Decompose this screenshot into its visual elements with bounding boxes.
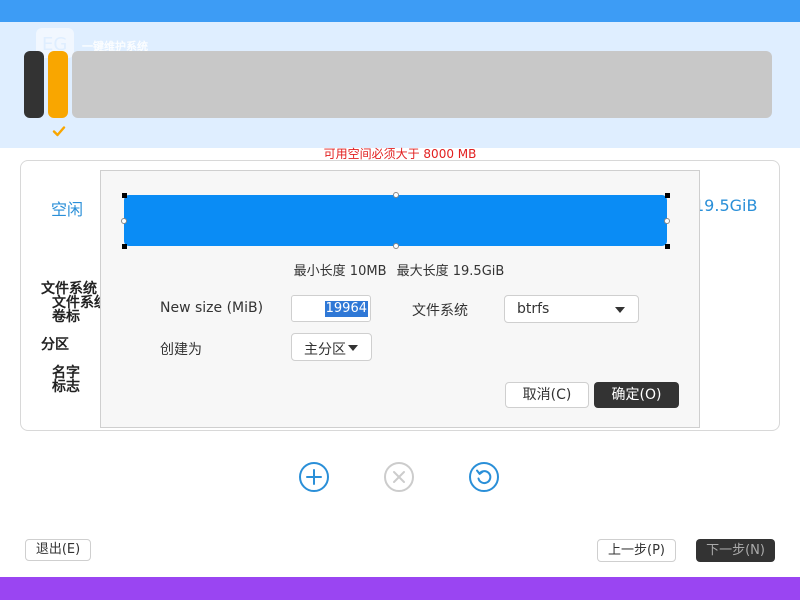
- exit-button[interactable]: 退出(E): [25, 539, 91, 561]
- cancel-button[interactable]: 取消(C): [505, 382, 589, 408]
- new-size-input[interactable]: 19964: [291, 295, 371, 322]
- new-size-label: New size (MiB): [160, 300, 264, 316]
- max-length-text: 最大长度 19.5GiB: [396, 264, 505, 279]
- bottom-band: [0, 577, 800, 600]
- resize-handle-top-left[interactable]: [122, 193, 127, 198]
- ok-button[interactable]: 确定(O): [594, 382, 679, 408]
- filesystem-label: 文件系统: [412, 303, 468, 319]
- partition-bar-used[interactable]: [24, 51, 44, 118]
- resize-handle-top-right[interactable]: [665, 193, 670, 198]
- check-icon: [52, 126, 66, 137]
- new-size-value: 19964: [324, 301, 368, 317]
- resize-handle-bottom-right[interactable]: [665, 244, 670, 249]
- resize-handle-top[interactable]: [393, 192, 399, 198]
- chevron-down-icon: [615, 307, 625, 313]
- x-circle-icon[interactable]: [383, 461, 415, 493]
- flag-label: 标志: [52, 379, 80, 395]
- plus-circle-icon[interactable]: [298, 461, 330, 493]
- free-space-label: 空闲: [51, 200, 84, 219]
- create-as-label: 创建为: [160, 342, 202, 358]
- top-band: [0, 0, 800, 22]
- create-as-value: 主分区: [304, 342, 346, 358]
- refresh-circle-icon[interactable]: [468, 461, 500, 493]
- create-as-select[interactable]: 主分区: [291, 333, 372, 361]
- next-button[interactable]: 下一步(N): [696, 539, 775, 562]
- resize-handle-left[interactable]: [121, 218, 127, 224]
- previous-button[interactable]: 上一步(P): [597, 539, 676, 562]
- resize-handle-bottom-left[interactable]: [122, 244, 127, 249]
- partition-bar-selected[interactable]: [48, 51, 68, 118]
- chevron-down-icon: [348, 345, 358, 351]
- min-length-text: 最小长度 10MB: [293, 264, 387, 279]
- length-info: 最小长度 10MB 最大长度 19.5GiB: [100, 260, 698, 279]
- filesystem-value: btrfs: [517, 301, 550, 317]
- filesystem-select[interactable]: btrfs: [504, 295, 639, 323]
- partition-heading: 分区: [41, 337, 69, 353]
- resize-handle-right[interactable]: [664, 218, 670, 224]
- partition-bar-free[interactable]: [72, 51, 772, 118]
- free-space-size: 19.5GiB: [694, 196, 758, 215]
- volume-label: 卷标: [52, 309, 80, 325]
- resize-handle-bottom[interactable]: [393, 243, 399, 249]
- partition-size-selector[interactable]: [124, 195, 667, 246]
